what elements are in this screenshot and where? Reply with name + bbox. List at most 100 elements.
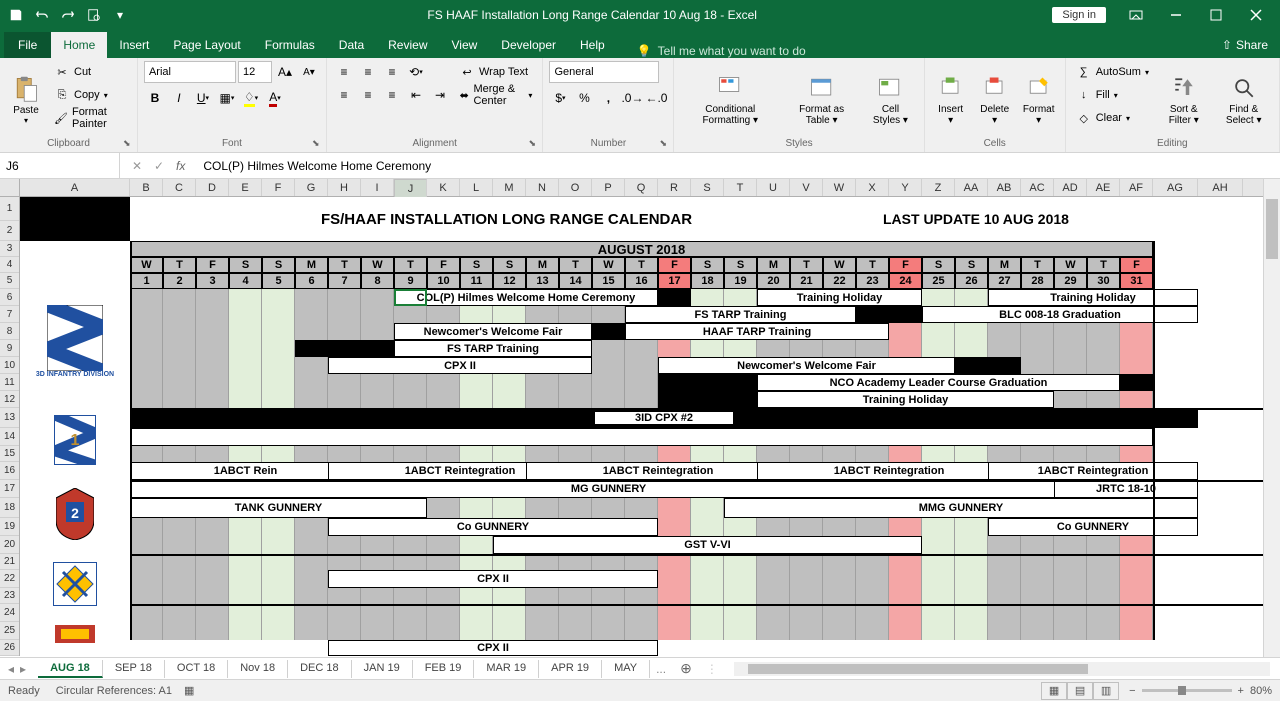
day-cell[interactable]: 22 [823,273,856,289]
dow-cell[interactable]: S [724,257,757,273]
ribbon-options-icon[interactable] [1116,2,1156,28]
sheet-tab[interactable]: JAN 19 [352,660,413,678]
sheet-tab[interactable]: DEC 18 [288,660,352,678]
event-e7[interactable]: HAAF TARP Training [625,323,889,340]
event-e20[interactable]: JRTC 18-10 [1054,480,1198,498]
share-button[interactable]: ⇧Share [1210,32,1280,58]
zoom-level[interactable]: 80% [1250,685,1272,697]
align-top-icon[interactable]: ≡ [333,61,355,83]
underline-icon[interactable]: U▾ [192,87,214,109]
col-header[interactable]: AF [1120,179,1153,196]
day-cell[interactable]: 6 [295,273,328,289]
select-all-corner[interactable] [0,179,20,196]
col-header[interactable]: U [757,179,790,196]
minimize-icon[interactable] [1156,2,1196,28]
indent-dec-icon[interactable]: ⇤ [405,84,427,106]
event-e4[interactable]: FS TARP Training [625,306,856,323]
cut-button[interactable]: ✂Cut [50,61,131,83]
day-cell[interactable]: 13 [526,273,559,289]
font-launcher[interactable]: ⬊ [312,138,324,150]
dow-cell[interactable]: T [1087,257,1120,273]
conditional-formatting-button[interactable]: Conditional Formatting ▾ [680,61,780,138]
tab-data[interactable]: Data [327,32,376,58]
zoom-in-icon[interactable]: + [1238,685,1244,697]
name-box[interactable] [0,153,120,178]
dec-decimal-icon[interactable]: ←.0 [645,87,667,109]
day-cell[interactable]: 16 [625,273,658,289]
sheet-tab[interactable]: FEB 19 [413,660,475,678]
col-header[interactable]: X [856,179,889,196]
event-e23[interactable]: Co GUNNERY [328,518,658,536]
col-header[interactable]: V [790,179,823,196]
dow-cell[interactable]: F [658,257,691,273]
row-header[interactable]: 12 [0,391,19,408]
signin-button[interactable]: Sign in [1052,7,1106,23]
row-header[interactable]: 2 [0,221,19,241]
alignment-launcher[interactable]: ⬊ [528,138,540,150]
col-header[interactable]: N [526,179,559,196]
shrink-font-icon[interactable]: A▾ [298,61,320,83]
tab-help[interactable]: Help [568,32,617,58]
tab-home[interactable]: Home [51,32,107,58]
align-bottom-icon[interactable]: ≡ [381,61,403,83]
day-cell[interactable]: 17 [658,273,691,289]
event-e18[interactable]: 1ABCT Reintegration [988,462,1198,480]
col-header[interactable]: E [229,179,262,196]
font-name-input[interactable] [144,61,236,83]
tab-page-layout[interactable]: Page Layout [161,32,252,58]
event-e1[interactable]: COL(P) Hilmes Welcome Home Ceremony [394,289,658,306]
dow-cell[interactable]: T [856,257,889,273]
col-header[interactable]: P [592,179,625,196]
tab-view[interactable]: View [440,32,490,58]
zoom-slider[interactable] [1142,689,1232,692]
day-cell[interactable]: 20 [757,273,790,289]
event-e17[interactable]: 1ABCT Reintegration [757,462,1021,480]
dow-cell[interactable]: T [625,257,658,273]
row-header[interactable]: 20 [0,536,19,554]
col-header[interactable]: G [295,179,328,196]
day-cell[interactable]: 29 [1054,273,1087,289]
add-sheet-button[interactable]: ⊕ [672,660,700,677]
tab-insert[interactable]: Insert [107,32,161,58]
sort-filter-button[interactable]: Sort & Filter ▾ [1157,61,1211,138]
dow-cell[interactable]: S [262,257,295,273]
event-e25[interactable]: GST V-VI [493,536,922,554]
enter-formula-icon[interactable]: ✓ [148,159,170,173]
col-header[interactable]: AA [955,179,988,196]
font-size-input[interactable] [238,61,272,83]
event-e26[interactable]: CPX II [328,570,658,588]
col-header[interactable]: A [20,179,130,196]
event-e3[interactable]: Training Holiday [988,289,1198,306]
col-header[interactable]: AD [1054,179,1087,196]
event-e11[interactable]: NCO Academy Leader Course Graduation [757,374,1120,391]
event-e27[interactable]: CPX II [328,640,658,656]
fill-color-icon[interactable]: ♢▾ [240,87,262,109]
copy-button[interactable]: ⎘Copy▾ [50,84,131,106]
sheet-tab[interactable]: MAR 19 [474,660,539,678]
grow-font-icon[interactable]: A▴ [274,61,296,83]
page-layout-view-icon[interactable]: ▤ [1067,682,1093,700]
row-header[interactable]: 5 [0,273,19,289]
event-e19[interactable]: MG GUNNERY [130,480,1087,498]
row-header[interactable]: 11 [0,374,19,391]
day-cell[interactable]: 8 [361,273,394,289]
formula-input[interactable]: COL(P) Hilmes Welcome Home Ceremony [197,159,1280,173]
col-header[interactable]: Z [922,179,955,196]
event-e21[interactable]: TANK GUNNERY [130,498,427,518]
horizontal-scrollbar[interactable] [734,662,1270,676]
row-header[interactable]: 4 [0,257,19,273]
align-center-icon[interactable]: ≡ [357,84,379,106]
row-header[interactable]: 10 [0,357,19,374]
day-cell[interactable]: 3 [196,273,229,289]
col-header[interactable]: AC [1021,179,1054,196]
dow-cell[interactable]: W [1054,257,1087,273]
event-e16[interactable]: 1ABCT Reintegration [526,462,790,480]
day-cell[interactable]: 9 [394,273,427,289]
clear-button[interactable]: ◇Clear▾ [1072,107,1153,129]
col-header[interactable]: O [559,179,592,196]
file-tab[interactable]: File [4,32,51,58]
dow-cell[interactable]: T [163,257,196,273]
day-cell[interactable]: 27 [988,273,1021,289]
delete-cells-button[interactable]: Delete▾ [975,61,1015,138]
number-launcher[interactable]: ⬊ [659,138,671,150]
